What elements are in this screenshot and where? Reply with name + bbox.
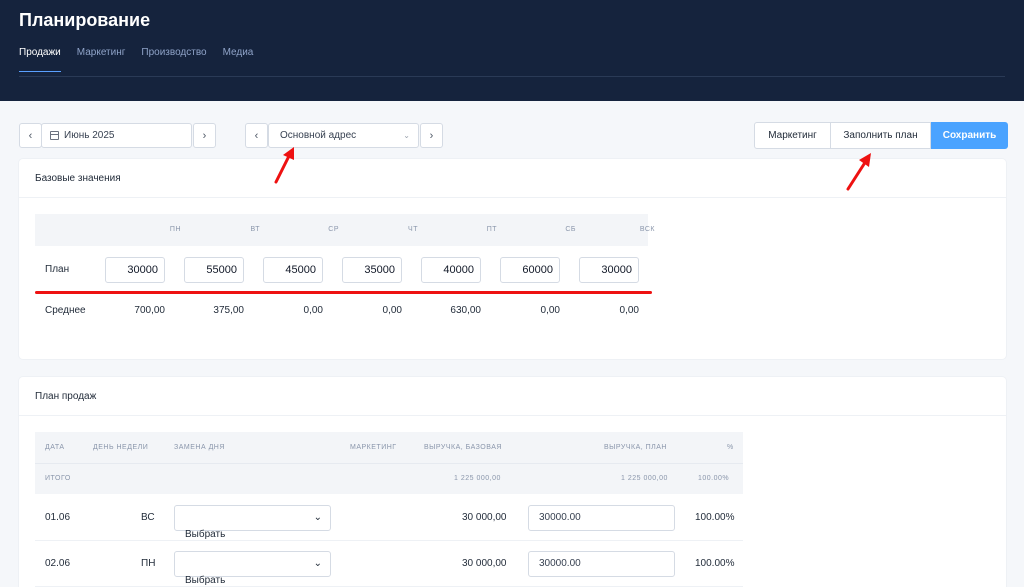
tab-media[interactable]: Медиа (223, 47, 254, 72)
day-header-fri: ПТ (486, 226, 497, 233)
revenue-plan-input[interactable]: 30000.00 (528, 551, 675, 577)
plan-row-label: План (45, 264, 70, 275)
row-weekday: ВС (141, 512, 155, 523)
day-replace-select[interactable]: Выбрать ⌄ (174, 551, 331, 586)
plan-input-sat[interactable]: 60000 (500, 257, 560, 283)
chevron-right-icon: › (429, 129, 434, 142)
avg-value-fri: 630,00 (450, 305, 481, 316)
table-row: 01.06 ВС Выбрать ⌄ 30 000,00 30000.00 10… (35, 495, 743, 541)
avg-value-tue: 375,00 (213, 305, 244, 316)
chevron-right-icon: › (202, 129, 207, 142)
avg-value-sun: 0,00 (619, 305, 639, 316)
plan-input-sun[interactable]: 30000 (579, 257, 639, 283)
tabs-divider (19, 76, 1005, 77)
address-value: Основной адрес (280, 130, 357, 141)
col-revenue-base: Выручка, базовая (424, 444, 502, 451)
card-divider (19, 415, 1006, 416)
plan-input-thu[interactable]: 35000 (342, 257, 402, 283)
row-revenue-base: 30 000,00 (462, 512, 507, 523)
chevron-down-icon: ⌄ (313, 512, 322, 523)
tab-sales[interactable]: Продажи (19, 47, 61, 72)
total-percent: 100.00% (698, 475, 730, 482)
tab-production[interactable]: Производство (141, 47, 206, 72)
col-day-replace: Замена дня (174, 444, 225, 451)
row-percent: 100.00% (695, 558, 735, 569)
fill-plan-button[interactable]: Заполнить план (831, 122, 931, 149)
sales-plan-card: План продаж Дата День недели Замена дня … (19, 377, 1006, 587)
next-month-button[interactable]: › (193, 123, 216, 148)
top-header: Планирование Продажи Маркетинг Производс… (0, 0, 1024, 101)
avg-value-sat: 0,00 (540, 305, 560, 316)
row-percent: 100.00% (695, 512, 735, 523)
plan-input-mon[interactable]: 30000 (105, 257, 165, 283)
save-button[interactable]: Сохранить (931, 122, 1008, 149)
col-date: Дата (45, 444, 65, 451)
calendar-icon (50, 131, 59, 140)
sales-table-header: Дата День недели Замена дня Маркетинг Вы… (35, 432, 743, 494)
select-placeholder: Выбрать (185, 575, 226, 586)
prev-month-button[interactable]: ‹ (19, 123, 42, 148)
header-divider (35, 463, 743, 464)
revenue-plan-input[interactable]: 30000.00 (528, 505, 675, 531)
annotation-arrow-address (274, 147, 294, 184)
avg-value-wed: 0,00 (303, 305, 323, 316)
chevron-down-icon: ⌄ (313, 558, 322, 569)
base-values-title: Базовые значения (35, 173, 121, 184)
annotation-underline (35, 291, 652, 294)
next-address-button[interactable]: › (420, 123, 443, 148)
card-divider (19, 197, 1006, 198)
col-percent: % (727, 444, 734, 451)
day-header-tue: ВТ (250, 226, 260, 233)
day-replace-select[interactable]: Выбрать ⌄ (174, 505, 331, 540)
chevron-left-icon: ‹ (254, 129, 259, 142)
sales-plan-title: План продаж (35, 391, 97, 402)
total-label: Итого (45, 475, 71, 482)
row-date: 01.06 (45, 512, 71, 523)
month-picker[interactable]: Июнь 2025 (41, 123, 192, 148)
module-tabs: Продажи Маркетинг Производство Медиа (19, 47, 269, 72)
month-value: Июнь 2025 (64, 130, 115, 141)
weekday-header: ПН ВТ СР ЧТ ПТ СБ ВСК (35, 214, 655, 246)
total-base: 1 225 000,00 (454, 475, 501, 482)
row-weekday: ПН (141, 558, 156, 569)
day-header-sun: ВСК (639, 226, 655, 233)
day-header-mon: ПН (169, 226, 181, 233)
prev-address-button[interactable]: ‹ (245, 123, 268, 148)
col-weekday: День недели (93, 444, 149, 451)
page-title: Планирование (19, 10, 151, 30)
col-revenue-plan: Выручка, план (604, 444, 667, 451)
total-plan: 1 225 000,00 (621, 475, 668, 482)
marketing-button[interactable]: Маркетинг (754, 122, 831, 149)
tab-marketing[interactable]: Маркетинг (77, 47, 126, 72)
col-marketing: Маркетинг (350, 444, 397, 451)
table-row: 02.06 ПН Выбрать ⌄ 30 000,00 30000.00 10… (35, 541, 743, 587)
chevron-down-icon: ⌄ (403, 131, 410, 140)
day-header-thu: ЧТ (408, 226, 418, 233)
annotation-arrow-fill-plan (846, 153, 871, 191)
avg-value-mon: 700,00 (134, 305, 165, 316)
action-buttons: Маркетинг Заполнить план Сохранить (754, 122, 1008, 149)
avg-value-thu: 0,00 (382, 305, 402, 316)
chevron-left-icon: ‹ (28, 129, 33, 142)
plan-input-tue[interactable]: 55000 (184, 257, 244, 283)
plan-input-wed[interactable]: 45000 (263, 257, 323, 283)
row-revenue-base: 30 000,00 (462, 558, 507, 569)
day-header-wed: СР (328, 226, 339, 233)
row-date: 02.06 (45, 558, 71, 569)
plan-input-fri[interactable]: 40000 (421, 257, 481, 283)
average-row-label: Среднее (45, 305, 86, 316)
day-header-sat: СБ (565, 226, 576, 233)
